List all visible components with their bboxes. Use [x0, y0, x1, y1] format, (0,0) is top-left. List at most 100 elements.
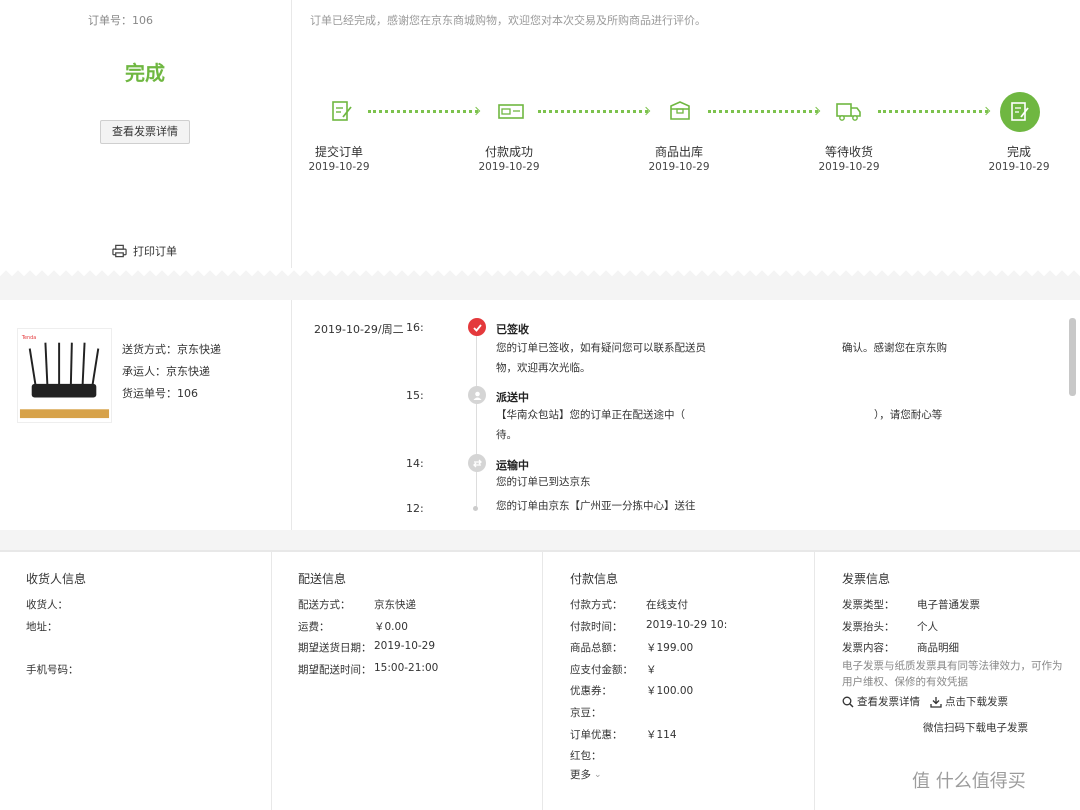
invoice-value: 电子普通发票 — [917, 599, 980, 611]
view-invoice-button[interactable]: 查看发票详情 — [100, 120, 190, 144]
download-invoice-label: 点击下载发票 — [945, 696, 1008, 708]
progress-connector — [708, 110, 818, 113]
tracking-number: 货运单号：106 — [122, 387, 198, 400]
payment-value: 在线支付 — [646, 599, 688, 611]
receiver-phone-label: 手机号码： — [26, 664, 79, 676]
print-order-link[interactable]: 打印订单 — [112, 243, 177, 259]
event-text: 确认。感谢您在京东购 — [842, 342, 947, 354]
product-thumbnail[interactable]: Tenda — [17, 328, 112, 423]
payment-title: 付款信息 — [570, 572, 619, 586]
watermark: 值 什么值得买 — [912, 767, 1026, 793]
payment-value: ￥100.00 — [646, 685, 694, 697]
step-label: 完成 — [1006, 145, 1031, 159]
step-label: 付款成功 — [484, 145, 533, 159]
step-label: 商品出库 — [654, 145, 703, 159]
invoice-note-line: 用户维权、保修的有效凭据 — [842, 676, 968, 688]
delivery-key: 期望送货日期： — [298, 642, 372, 654]
receiver-name-label: 收货人： — [26, 599, 68, 611]
more-label: 更多 — [570, 769, 591, 781]
invoice-key: 发票抬头： — [842, 621, 895, 633]
invoice-note-line: 电子发票与纸质发票具有同等法律效力，可作为 — [842, 660, 1063, 672]
step-label: 等待收货 — [824, 145, 873, 159]
download-invoice-link[interactable]: 点击下载发票 — [930, 694, 1008, 709]
event-text: 待。 — [496, 429, 517, 441]
delivery-info-panel: 配送信息 配送方式： 京东快递 运费： ￥0.00 期望送货日期： 2019-1… — [271, 552, 543, 810]
download-icon — [930, 696, 942, 708]
invoice-key: 发票内容： — [842, 642, 895, 654]
clip-mask — [300, 512, 1060, 530]
order-edit-icon — [331, 100, 353, 122]
printer-icon — [112, 244, 127, 258]
payment-key: 京豆： — [570, 707, 602, 719]
search-icon — [842, 696, 854, 707]
event-title: 运输中 — [496, 459, 529, 472]
payment-key: 商品总额： — [570, 642, 623, 654]
print-order-label: 打印订单 — [133, 245, 177, 258]
delivery-value: 2019-10-29 — [374, 640, 436, 652]
invoice-value: 个人 — [917, 621, 938, 633]
more-link[interactable]: 更多 ⌄ — [570, 767, 602, 782]
delivery-value: 15:00-21:00 — [374, 662, 439, 674]
receiver-address-label: 地址： — [26, 621, 58, 633]
progress-connector — [878, 110, 988, 113]
event-text: 物，欢迎再次光临。 — [496, 362, 591, 374]
payment-key: 付款方式： — [570, 599, 623, 611]
view-invoice-label: 查看发票详情 — [857, 696, 920, 708]
tracking-scrollbar[interactable] — [1069, 318, 1076, 396]
courier-icon — [468, 386, 486, 404]
shipping-method: 送货方式：京东快递 — [122, 343, 221, 356]
invoice-note: 电子发票与纸质发票具有同等法律效力，可作为 用户维权、保修的有效凭据 — [842, 658, 1080, 690]
event-title: 派送中 — [496, 391, 529, 404]
section-divider — [0, 530, 1080, 552]
watermark-text: 值 什么值得买 — [912, 771, 1026, 792]
payment-key: 订单优惠： — [570, 729, 623, 741]
section-divider — [0, 268, 1080, 300]
event-text: 【华南众包站】您的订单正在配送途中（ — [496, 409, 685, 421]
step-date: 2019-10-29 — [648, 161, 710, 173]
payment-key: 优惠券： — [570, 685, 612, 697]
order-number: 订单号：106 — [88, 14, 153, 27]
payment-key: 付款时间： — [570, 621, 623, 633]
progress-connector — [538, 110, 648, 113]
receiver-info-panel: 收货人信息 收货人： 地址： 手机号码： — [0, 552, 272, 810]
delivery-value: 京东快递 — [374, 599, 416, 611]
event-time: 15: — [406, 389, 424, 402]
arrow-icon — [471, 106, 481, 116]
delivery-value: ￥0.00 — [374, 621, 408, 633]
step-date: 2019-10-29 — [818, 161, 880, 173]
package-icon — [669, 100, 691, 122]
step-date: 2019-10-29 — [988, 161, 1050, 173]
delivery-title: 配送信息 — [298, 572, 347, 586]
order-complete-message: 订单已经完成，感谢您在京东商城购物，欢迎您对本次交易及所购商品进行评价。 — [310, 14, 706, 27]
progress-connector — [368, 110, 478, 113]
complete-icon — [1000, 92, 1040, 132]
payment-value: ￥199.00 — [646, 642, 694, 654]
carrier: 承运人：京东快递 — [122, 365, 210, 378]
event-time: 14: — [406, 457, 424, 470]
truck-icon — [836, 100, 862, 122]
receiver-title: 收货人信息 — [26, 572, 87, 586]
clipped-event: 12: 您的订单由京东【广州亚一分拣中心】送往 — [300, 498, 1060, 512]
transit-icon — [468, 454, 486, 472]
delivery-key: 运费： — [298, 621, 330, 633]
event-text: 您的订单已签收，如有疑问您可以联系配送员 — [496, 342, 706, 354]
timeline-dot — [473, 506, 478, 511]
event-text: 您的订单由京东【广州亚一分拣中心】送往 — [496, 500, 696, 512]
invoice-key: 发票类型： — [842, 599, 895, 611]
payment-value: ￥114 — [646, 729, 677, 741]
signed-check-icon — [468, 318, 486, 336]
invoice-title: 发票信息 — [842, 572, 891, 586]
arrow-icon — [811, 106, 821, 116]
event-title: 已签收 — [496, 323, 529, 336]
event-time: 12: — [406, 502, 424, 512]
brand-logo-text: Tenda — [21, 335, 36, 341]
event-text: 您的订单已到达京东 — [496, 476, 591, 488]
payment-key: 应支付金额： — [570, 664, 633, 676]
view-invoice-link[interactable]: 查看发票详情 — [842, 694, 920, 709]
invoice-value: 商品明细 — [917, 642, 959, 654]
payment-key: 红包： — [570, 750, 602, 762]
step-date: 2019-10-29 — [478, 161, 540, 173]
payment-value: ￥ — [646, 664, 657, 676]
timeline-line — [476, 336, 477, 508]
event-time: 16: — [406, 321, 424, 334]
